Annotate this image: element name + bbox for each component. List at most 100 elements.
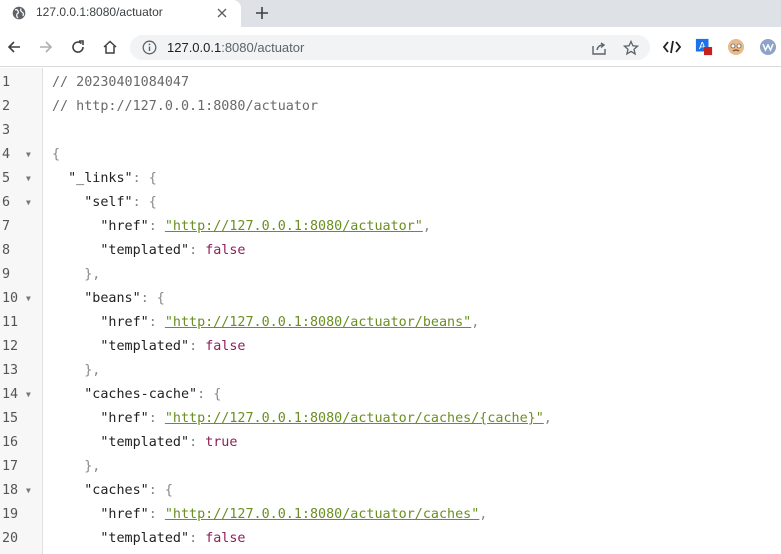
code-line: 5 ▼ "_links": { <box>0 167 781 191</box>
json-punctuation: , <box>479 507 488 522</box>
line-number: 16 <box>2 435 19 450</box>
json-key: "beans" <box>52 291 141 306</box>
code-line: 13 }, <box>0 359 781 383</box>
code-line: 10 ▼ "beans": { <box>0 287 781 311</box>
code-line: 4 ▼ { <box>0 143 781 167</box>
code-content: "href": "http://127.0.0.1:8080/actuator/… <box>52 311 479 335</box>
line-number: 1 <box>2 75 11 90</box>
code-line: 3 <box>0 119 781 143</box>
share-icon[interactable] <box>590 39 608 57</box>
code-line: 15 "href": "http://127.0.0.1:8080/actuat… <box>0 407 781 431</box>
line-number: 6 <box>2 195 11 210</box>
star-icon[interactable] <box>622 39 640 57</box>
code-content: }, <box>52 455 100 479</box>
fold-triangle-icon[interactable]: ▼ <box>26 191 36 215</box>
code-content: "templated": false <box>52 527 246 551</box>
code-content: }, <box>52 263 100 287</box>
line-number: 14 <box>2 387 19 402</box>
code-line: 7 "href": "http://127.0.0.1:8080/actuato… <box>0 215 781 239</box>
fold-triangle-icon[interactable]: ▼ <box>26 287 36 311</box>
pug-extension-icon[interactable] <box>727 38 745 56</box>
json-punctuation: : <box>189 531 206 546</box>
json-key: "templated" <box>52 339 190 354</box>
line-number: 7 <box>2 219 11 234</box>
code-content: "templated": false <box>52 335 245 359</box>
json-key: "_links" <box>52 171 133 186</box>
code-line: 12 "templated": false <box>0 335 781 359</box>
line-number: 17 <box>2 459 19 474</box>
wappalyzer-extension-icon[interactable] <box>759 38 777 56</box>
forward-arrow-icon[interactable] <box>36 37 56 57</box>
json-punctuation: }, <box>52 363 101 378</box>
line-number: 13 <box>2 363 19 378</box>
json-punctuation: : { <box>132 195 157 210</box>
json-punctuation: : <box>148 507 165 522</box>
code-content: "self": { <box>52 191 157 215</box>
back-arrow-icon[interactable] <box>4 37 24 57</box>
code-content: "_links": { <box>52 167 157 191</box>
line-number: 10 <box>2 291 19 306</box>
line-number: 5 <box>2 171 11 186</box>
address-bar[interactable]: 127.0.0.1:8080/actuator <box>130 35 650 60</box>
line-number: 20 <box>2 531 19 546</box>
code-content: // http://127.0.0.1:8080/actuator <box>52 95 318 119</box>
json-url-link[interactable]: "http://127.0.0.1:8080/actuator/beans" <box>165 315 471 330</box>
json-key: "caches-cache" <box>52 387 198 402</box>
code-line: 9 }, <box>0 263 781 287</box>
tab-active[interactable]: 127.0.0.1:8080/actuator <box>0 0 241 27</box>
fold-triangle-icon[interactable]: ▼ <box>26 479 36 503</box>
json-key: "templated" <box>52 243 190 258</box>
code-content: "templated": true <box>52 431 237 455</box>
code-line: 1 // 20230401084047 <box>0 71 781 95</box>
json-url-link[interactable]: "http://127.0.0.1:8080/actuator/caches" <box>165 507 479 522</box>
line-number: 4 <box>2 147 11 162</box>
json-url-link[interactable]: "http://127.0.0.1:8080/actuator" <box>165 219 423 234</box>
browser-toolbar: 127.0.0.1:8080/actuator A <box>0 27 781 67</box>
home-icon[interactable] <box>100 37 120 57</box>
code-content: "beans": { <box>52 287 165 311</box>
url-text: 127.0.0.1:8080/actuator <box>167 40 304 55</box>
json-punctuation: , <box>471 315 480 330</box>
code-line: 16 "templated": true <box>0 431 781 455</box>
line-number: 15 <box>2 411 19 426</box>
line-number: 11 <box>2 315 19 330</box>
line-number: 19 <box>2 507 19 522</box>
fold-triangle-icon[interactable]: ▼ <box>26 383 36 407</box>
plus-icon[interactable] <box>252 3 272 23</box>
code-line: 17 }, <box>0 455 781 479</box>
code-line: 20 "templated": false <box>0 527 781 551</box>
json-url-link[interactable]: "http://127.0.0.1:8080/actuator/caches/{… <box>165 411 544 426</box>
code-line: 14 ▼ "caches-cache": { <box>0 383 781 407</box>
line-number: 9 <box>2 267 11 282</box>
json-viewer: 1 // 20230401084047 2 // http://127.0.0.1:8… <box>0 68 781 554</box>
json-boolean: true <box>205 435 238 450</box>
json-punctuation: : { <box>148 483 173 498</box>
json-punctuation: { <box>52 147 61 162</box>
code-content: // 20230401084047 <box>52 71 189 95</box>
json-key: "templated" <box>52 435 190 450</box>
json-key: "href" <box>52 411 149 426</box>
code-line: 2 // http://127.0.0.1:8080/actuator <box>0 95 781 119</box>
info-icon[interactable] <box>142 40 157 55</box>
line-number: 12 <box>2 339 19 354</box>
fold-triangle-icon[interactable]: ▼ <box>26 143 36 167</box>
fold-triangle-icon[interactable]: ▼ <box>26 167 36 191</box>
code-content: "caches": { <box>52 479 173 503</box>
reload-icon[interactable] <box>68 37 88 57</box>
url-host: 127.0.0.1 <box>167 40 222 55</box>
line-number: 18 <box>2 483 19 498</box>
json-key: "href" <box>52 315 149 330</box>
json-key: "self" <box>52 195 133 210</box>
json-punctuation: : <box>189 435 206 450</box>
json-punctuation: : { <box>140 291 165 306</box>
translate-extension-icon[interactable]: A <box>695 38 713 56</box>
code-content: "href": "http://127.0.0.1:8080/actuator/… <box>52 407 552 431</box>
json-key: "href" <box>52 507 149 522</box>
json-boolean: false <box>205 531 246 546</box>
json-punctuation: : <box>189 339 206 354</box>
close-icon[interactable] <box>214 5 230 21</box>
code-brackets-icon[interactable] <box>663 38 681 56</box>
json-boolean: false <box>205 243 246 258</box>
json-punctuation: }, <box>52 459 101 474</box>
json-punctuation: , <box>422 219 431 234</box>
